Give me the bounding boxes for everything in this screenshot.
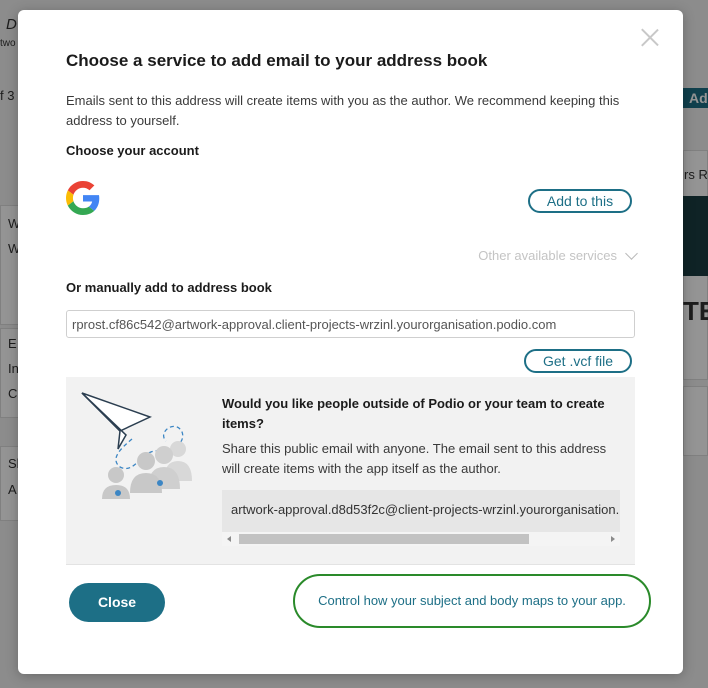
close-button[interactable]: Close: [69, 583, 165, 622]
google-icon: [66, 181, 100, 215]
chevron-down-icon: [625, 246, 638, 260]
control-mapping-link[interactable]: Control how your subject and body maps t…: [293, 574, 651, 628]
public-email-title: Would you like people outside of Podio o…: [222, 396, 605, 431]
public-email-value: artwork-approval.d8d53f2c@client-project…: [231, 502, 620, 517]
public-email-description: Share this public email with anyone. The…: [222, 441, 607, 476]
add-to-this-button[interactable]: Add to this: [528, 189, 632, 213]
manual-add-label: Or manually add to address book: [66, 280, 272, 295]
footer-divider: [66, 564, 635, 565]
modal-title: Choose a service to add email to your ad…: [66, 51, 488, 70]
modal-description: Emails sent to this address will create …: [66, 93, 620, 128]
other-services-label: Other available services: [478, 248, 617, 263]
paper-plane-people-icon: [81, 392, 192, 499]
close-icon[interactable]: [639, 26, 661, 48]
choose-account-label: Choose your account: [66, 143, 199, 158]
public-email-panel: Would you like people outside of Podio o…: [66, 377, 635, 564]
scroll-left-icon[interactable]: [227, 536, 231, 542]
get-vcf-button[interactable]: Get .vcf file: [524, 349, 632, 373]
add-email-modal: Choose a service to add email to your ad…: [18, 10, 683, 674]
public-email-field[interactable]: artwork-approval.d8d53f2c@client-project…: [222, 490, 620, 532]
other-services-toggle[interactable]: Other available services: [478, 246, 638, 263]
horizontal-scrollbar[interactable]: [222, 532, 620, 546]
personal-email-field[interactable]: [66, 310, 635, 338]
scroll-right-icon[interactable]: [611, 536, 615, 542]
scrollbar-thumb[interactable]: [239, 534, 529, 544]
